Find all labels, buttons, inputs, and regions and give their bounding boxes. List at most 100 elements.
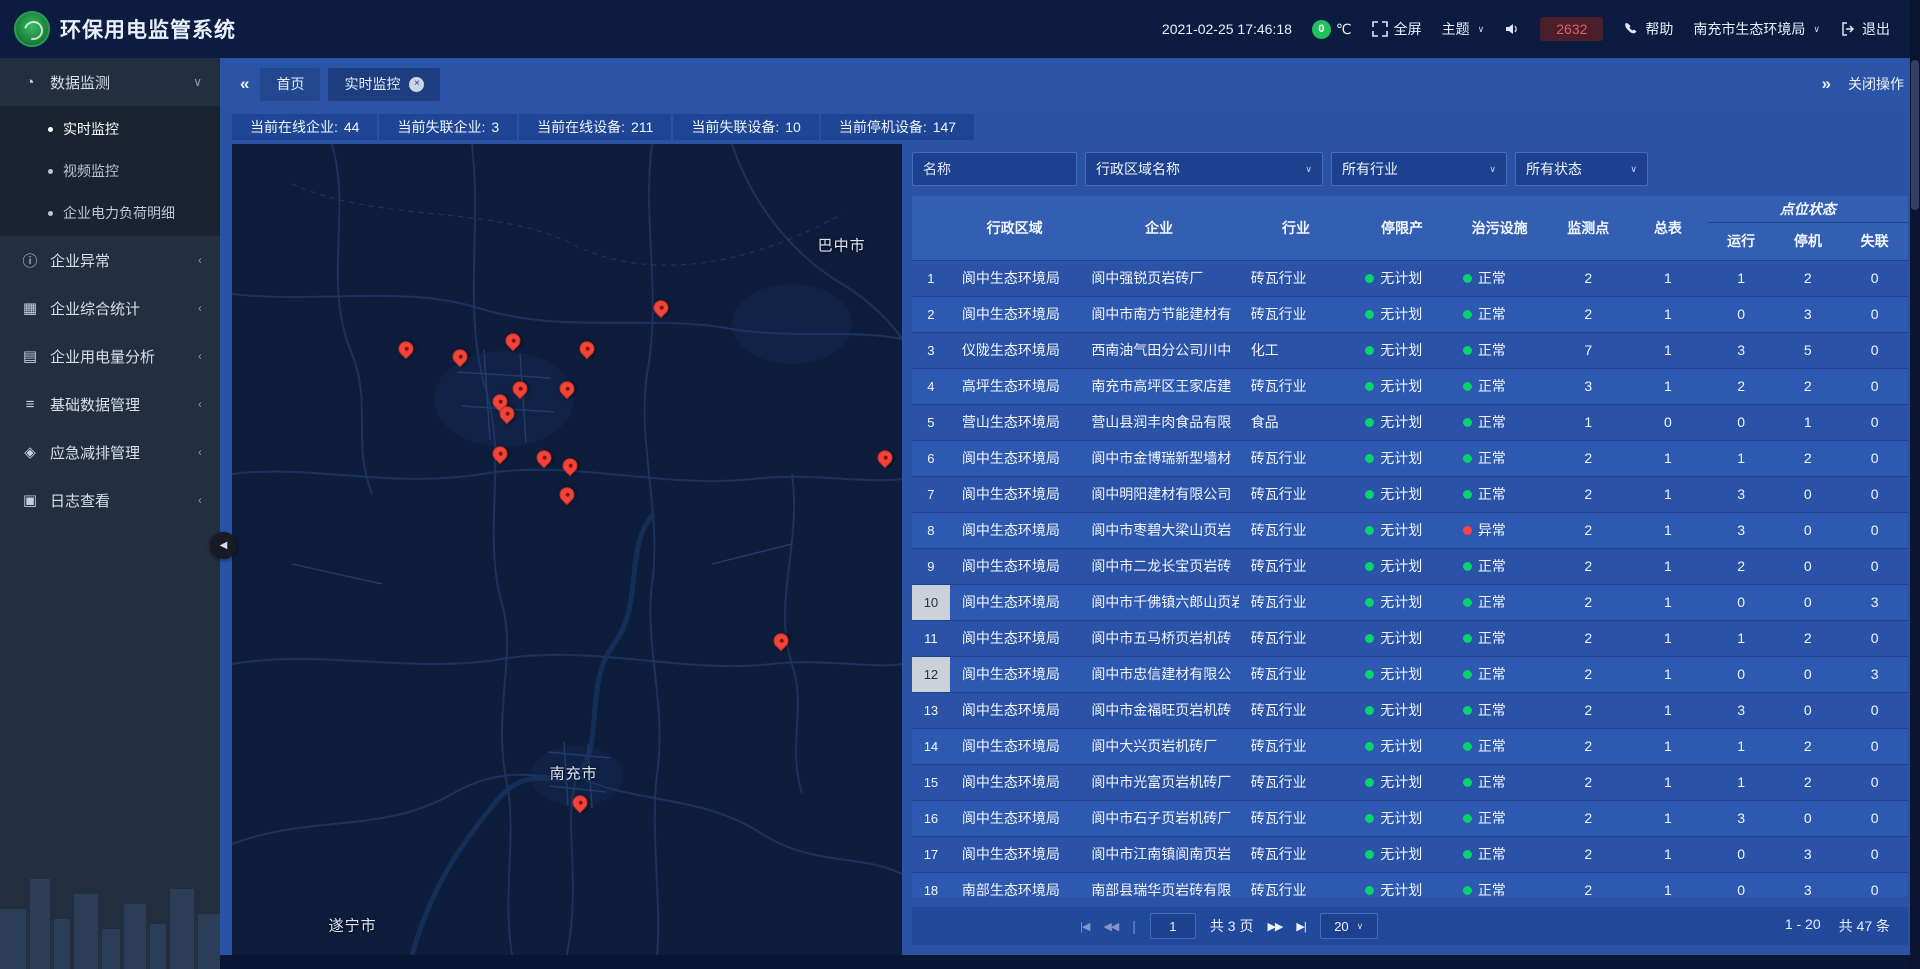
row-index: 14 bbox=[912, 728, 950, 764]
pagination-summary: 1 - 20 共 47 条 bbox=[1785, 916, 1890, 936]
map-pin-icon[interactable] bbox=[449, 346, 470, 367]
table-row[interactable]: 12阆中生态环境局阆中市忠信建材有限公砖瓦行业无计划正常21003 bbox=[912, 656, 1908, 692]
status-text: 正常 bbox=[1478, 630, 1506, 646]
map-collapse-button[interactable]: ◀ bbox=[210, 532, 237, 559]
sidebar-subitem[interactable]: 视频监控 bbox=[0, 150, 220, 192]
cell-run: 2 bbox=[1708, 548, 1775, 584]
table-row[interactable]: 17阆中生态环境局阆中市江南镇阆南页岩砖瓦行业无计划正常21030 bbox=[912, 836, 1908, 872]
announcement-button[interactable] bbox=[1504, 21, 1520, 37]
map-pin-icon[interactable] bbox=[570, 792, 591, 813]
sidebar-item[interactable]: ◈应急减排管理‹ bbox=[0, 428, 220, 476]
table-row[interactable]: 4高坪生态环境局南充市高坪区王家店建砖瓦行业无计划正常31220 bbox=[912, 368, 1908, 404]
last-page-button[interactable]: ▶| bbox=[1296, 920, 1305, 933]
info-icon: ⓘ bbox=[18, 250, 42, 271]
map-pin-icon[interactable] bbox=[875, 447, 896, 468]
cell-limit-status: 无计划 bbox=[1353, 728, 1451, 764]
cell-lost: 0 bbox=[1841, 620, 1908, 656]
cell-industry: 砖瓦行业 bbox=[1239, 692, 1354, 728]
table-row[interactable]: 11阆中生态环境局阆中市五马桥页岩机砖砖瓦行业无计划正常21120 bbox=[912, 620, 1908, 656]
column-header: 监测点 bbox=[1548, 196, 1628, 260]
table-row[interactable]: 13阆中生态环境局阆中市金福旺页岩机砖砖瓦行业无计划正常21300 bbox=[912, 692, 1908, 728]
stat-item: 当前失联企业:3 bbox=[379, 114, 517, 140]
fullscreen-button[interactable]: 全屏 bbox=[1372, 19, 1422, 39]
map-pin-icon[interactable] bbox=[576, 338, 597, 359]
map-pin-icon[interactable] bbox=[533, 447, 554, 468]
table-row[interactable]: 6阆中生态环境局阆中市金博瑞新型墙材砖瓦行业无计划正常21120 bbox=[912, 440, 1908, 476]
sidebar-item[interactable]: ⓘ企业异常‹ bbox=[0, 236, 220, 284]
map-pin-icon[interactable] bbox=[556, 378, 577, 399]
map-pin-icon[interactable] bbox=[396, 338, 417, 359]
map-pin-icon[interactable] bbox=[560, 456, 581, 477]
table-row[interactable]: 16阆中生态环境局阆中市石子页岩机砖厂砖瓦行业无计划正常21300 bbox=[912, 800, 1908, 836]
tabs-scroll-right-icon[interactable]: » bbox=[1816, 74, 1836, 94]
tab[interactable]: 首页 bbox=[260, 68, 320, 101]
table-row[interactable]: 18南部生态环境局南部县瑞华页岩砖有限砖瓦行业无计划正常21030 bbox=[912, 872, 1908, 897]
cell-limit-status: 无计划 bbox=[1353, 764, 1451, 800]
page-scrollbar[interactable] bbox=[1910, 0, 1920, 969]
map-panel[interactable]: 巴中市南充市遂宁市 bbox=[232, 144, 902, 955]
cell-industry: 砖瓦行业 bbox=[1239, 260, 1354, 296]
cell-run: 0 bbox=[1708, 872, 1775, 897]
column-header: 总表 bbox=[1628, 196, 1708, 260]
tabs-scroll-left-icon[interactable]: « bbox=[234, 74, 254, 94]
map-pin-icon[interactable] bbox=[771, 630, 792, 651]
table-row[interactable]: 9阆中生态环境局阆中市二龙长宝页岩砖砖瓦行业无计划正常21200 bbox=[912, 548, 1908, 584]
table-row[interactable]: 8阆中生态环境局阆中市枣碧大梁山页岩砖瓦行业无计划异常21300 bbox=[912, 512, 1908, 548]
status-filter-select[interactable]: 所有状态 bbox=[1515, 152, 1648, 186]
cell-company: 西南油气田分公司川中 bbox=[1079, 332, 1238, 368]
notice-count-badge[interactable]: 2632 bbox=[1540, 17, 1603, 41]
region-filter-select[interactable]: 行政区域名称 bbox=[1085, 152, 1323, 186]
map-pin-icon[interactable] bbox=[650, 297, 671, 318]
sidebar-item[interactable]: ▤企业用电量分析‹ bbox=[0, 332, 220, 380]
table-row[interactable]: 7阆中生态环境局阆中明阳建材有限公司砖瓦行业无计划正常21300 bbox=[912, 476, 1908, 512]
table-row[interactable]: 1阆中生态环境局阆中强锐页岩砖厂砖瓦行业无计划正常21120 bbox=[912, 260, 1908, 296]
table-row[interactable]: 15阆中生态环境局阆中市光富页岩机砖厂砖瓦行业无计划正常21120 bbox=[912, 764, 1908, 800]
page-number-input[interactable]: 1 bbox=[1150, 913, 1196, 939]
sidebar-item[interactable]: ◔数据监测∨ bbox=[0, 58, 220, 106]
stat-label: 当前失联企业: bbox=[397, 117, 485, 137]
scrollbar-thumb[interactable] bbox=[1911, 60, 1919, 210]
map-pin-icon[interactable] bbox=[556, 484, 577, 505]
first-page-button[interactable]: |◀ bbox=[1080, 920, 1089, 933]
map-pin-icon[interactable] bbox=[509, 378, 530, 399]
cell-run: 1 bbox=[1708, 764, 1775, 800]
status-text: 正常 bbox=[1478, 846, 1506, 862]
page-size-select[interactable]: 20 bbox=[1320, 913, 1378, 939]
chevron-down-icon bbox=[1630, 164, 1637, 175]
table-row[interactable]: 3仪陇生态环境局西南油气田分公司川中化工无计划正常71350 bbox=[912, 332, 1908, 368]
sidebar-item[interactable]: ▦企业综合统计‹ bbox=[0, 284, 220, 332]
org-dropdown[interactable]: 南充市生态环境局 bbox=[1693, 19, 1820, 39]
gauge-icon: ◔ bbox=[18, 74, 42, 91]
table-row[interactable]: 14阆中生态环境局阆中大兴页岩机砖厂砖瓦行业无计划正常21120 bbox=[912, 728, 1908, 764]
table-row[interactable]: 10阆中生态环境局阆中市千佛镇六郎山页岩砖瓦行业无计划正常21003 bbox=[912, 584, 1908, 620]
map-pin-icon[interactable] bbox=[489, 443, 510, 464]
cell-region: 阆中生态环境局 bbox=[950, 584, 1079, 620]
help-button[interactable]: 帮助 bbox=[1623, 19, 1673, 39]
prev-page-button[interactable]: ◀◀ bbox=[1103, 920, 1118, 933]
table-row[interactable]: 2阆中生态环境局阆中市南方节能建材有砖瓦行业无计划正常21030 bbox=[912, 296, 1908, 332]
next-page-button[interactable]: ▶▶ bbox=[1267, 920, 1282, 933]
cell-run: 0 bbox=[1708, 836, 1775, 872]
status-text: 无计划 bbox=[1380, 630, 1422, 646]
name-filter-input[interactable] bbox=[912, 152, 1077, 186]
industry-filter-value: 所有行业 bbox=[1342, 159, 1398, 179]
theme-dropdown[interactable]: 主题 bbox=[1442, 19, 1485, 39]
sidebar-item[interactable]: ≡基础数据管理‹ bbox=[0, 380, 220, 428]
logout-button[interactable]: 退出 bbox=[1840, 19, 1890, 39]
cell-stop: 2 bbox=[1774, 764, 1841, 800]
close-operations-button[interactable]: 关闭操作 bbox=[1848, 74, 1904, 94]
industry-filter-select[interactable]: 所有行业 bbox=[1331, 152, 1507, 186]
stat-value: 211 bbox=[631, 119, 653, 135]
tab[interactable]: 实时监控× bbox=[328, 68, 440, 101]
cell-company: 阆中市南方节能建材有 bbox=[1079, 296, 1238, 332]
status-dot-green bbox=[1463, 598, 1472, 607]
cell-industry: 砖瓦行业 bbox=[1239, 800, 1354, 836]
tab-close-icon[interactable]: × bbox=[409, 77, 424, 92]
status-dot-green bbox=[1365, 526, 1374, 535]
sidebar-subitem[interactable]: 企业电力负荷明细 bbox=[0, 192, 220, 234]
cell-industry: 砖瓦行业 bbox=[1239, 512, 1354, 548]
sidebar-subitem[interactable]: 实时监控 bbox=[0, 108, 220, 150]
table-row[interactable]: 5营山生态环境局营山县润丰肉食品有限食品无计划正常10010 bbox=[912, 404, 1908, 440]
map-pin-icon[interactable] bbox=[503, 330, 524, 351]
sidebar-item[interactable]: ▣日志查看‹ bbox=[0, 476, 220, 524]
